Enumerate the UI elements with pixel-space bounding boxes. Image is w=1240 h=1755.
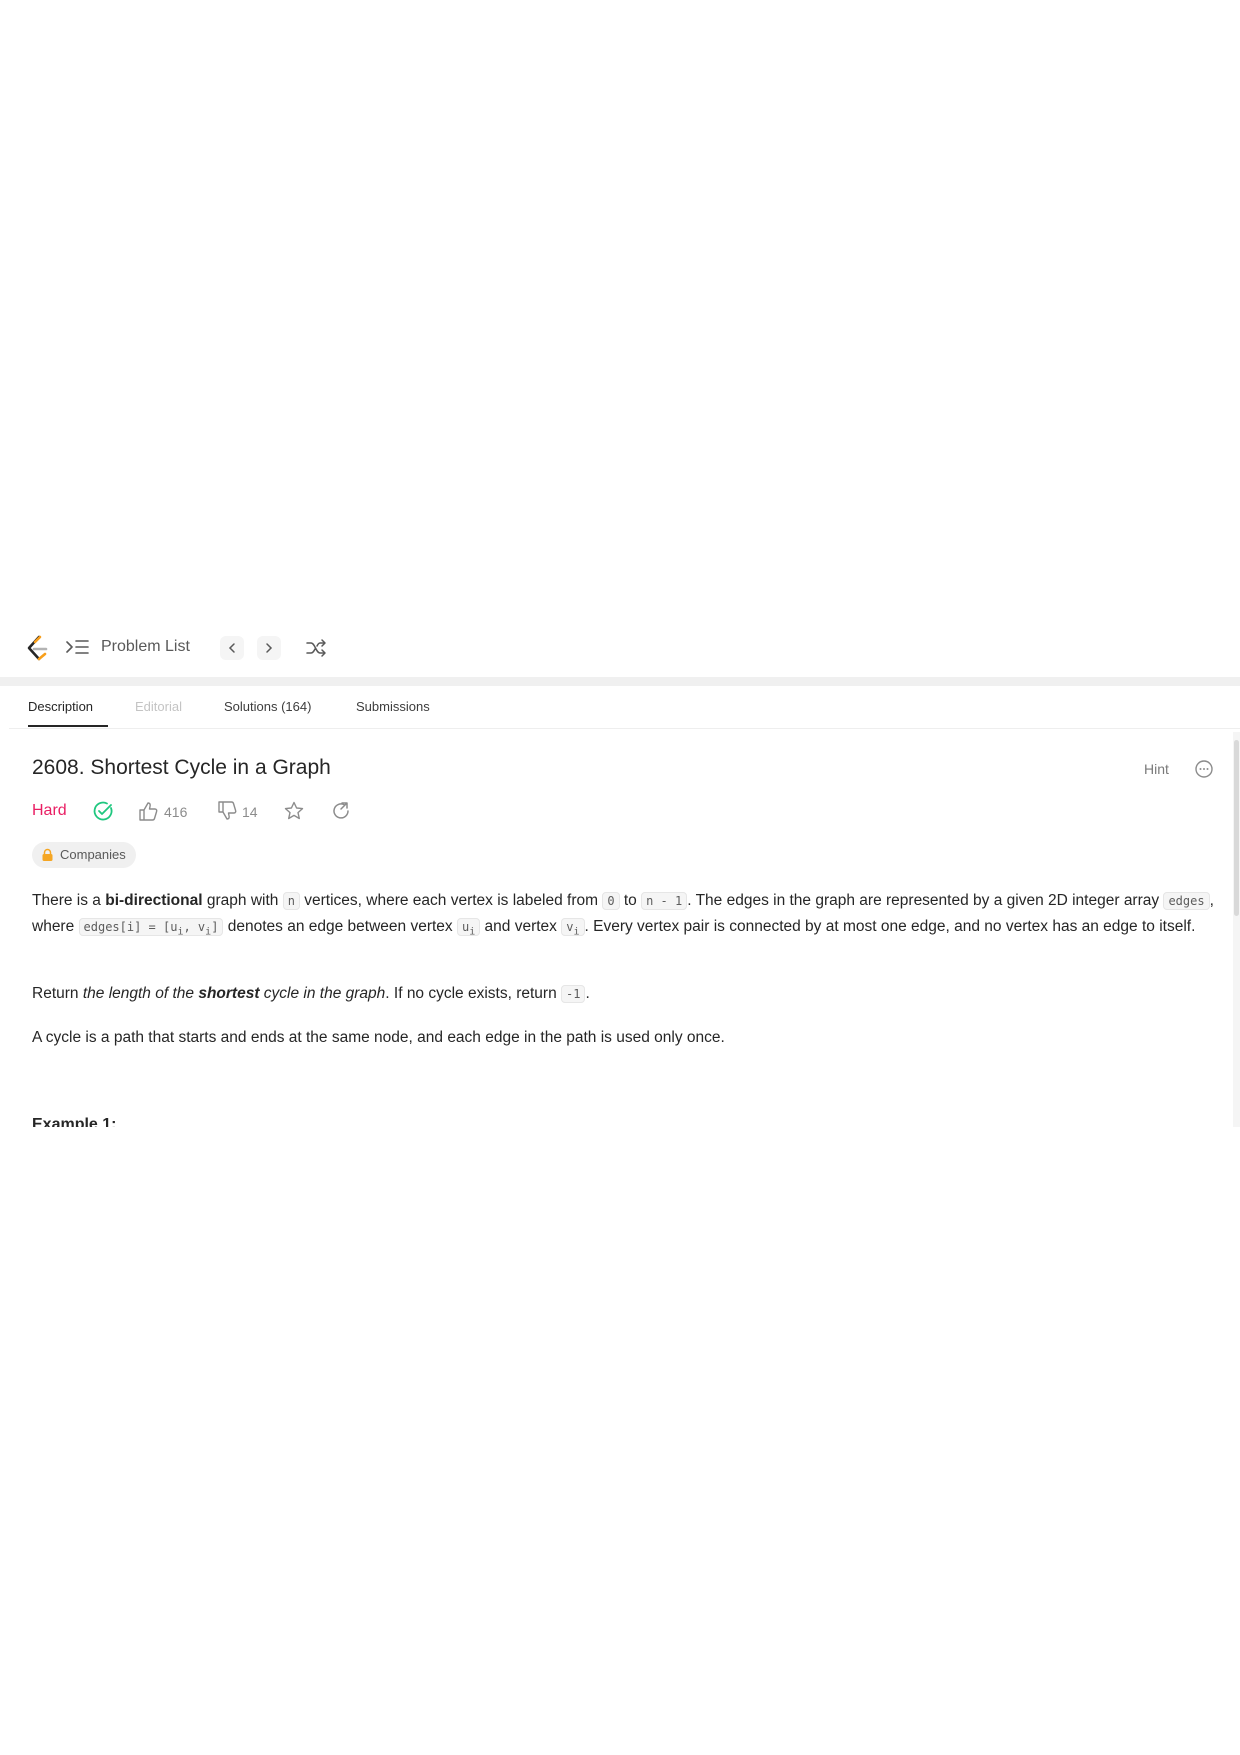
shuffle-icon[interactable] [305, 638, 327, 658]
companies-label: Companies [60, 847, 126, 862]
hint-button[interactable]: Hint [1144, 761, 1169, 777]
inline-code: -1 [561, 985, 586, 1003]
panel-tabs: Description Editorial Solutions (164) Su… [9, 686, 1240, 729]
scrollbar-thumb[interactable] [1234, 740, 1239, 916]
text: . Every vertex pair is connected by at m… [584, 918, 1196, 935]
subscript: i [573, 926, 580, 938]
code-text: , v [183, 920, 206, 934]
difficulty-badge: Hard [32, 802, 67, 819]
share-icon[interactable] [330, 800, 352, 822]
problem-title: 2608. Shortest Cycle in a Graph [32, 756, 331, 779]
lock-icon [42, 848, 53, 861]
solved-check-icon [93, 801, 113, 821]
companies-tag[interactable]: Companies [32, 842, 136, 868]
text: to [619, 892, 642, 909]
panel-divider [0, 677, 1240, 686]
subscript: i [469, 926, 476, 938]
italic-text: cycle in the graph [259, 985, 386, 1002]
tab-submissions[interactable]: Submissions [356, 699, 430, 714]
next-problem-button[interactable] [257, 636, 281, 660]
active-tab-indicator [28, 725, 108, 727]
problem-list-icon[interactable] [66, 638, 90, 658]
inline-code: edges[i] = [ui, vi] [78, 918, 224, 937]
text: . [585, 985, 590, 1002]
bold-text: bi-directional [105, 892, 203, 909]
text: denotes an edge between vertex [223, 918, 457, 935]
like-count: 416 [164, 804, 188, 820]
thumbs-up-icon[interactable] [137, 800, 159, 822]
bold-italic-text: shortest [198, 985, 260, 1002]
inline-code: n - 1 [641, 892, 688, 910]
code-text: ] [211, 920, 219, 934]
description-paragraph-2: Return the length of the shortest cycle … [32, 981, 1227, 1007]
description-paragraph-3: A cycle is a path that starts and ends a… [32, 1029, 725, 1046]
description-paragraph-1: There is a bi-directional graph with n v… [32, 888, 1227, 944]
tab-solutions[interactable]: Solutions (164) [224, 699, 311, 714]
more-options-icon[interactable] [1194, 759, 1214, 779]
screenshot-region: Problem List Description Editorial Solut… [0, 620, 1240, 1127]
text: graph with [202, 892, 283, 909]
tab-description[interactable]: Description [28, 699, 93, 714]
chevron-right-icon [266, 643, 273, 653]
chevron-left-icon [228, 643, 235, 653]
code-text: edges[i] = [u [83, 920, 178, 934]
inline-code: n [282, 892, 300, 910]
text: There is a [32, 892, 106, 909]
problem-meta-row: Hard 416 14 [32, 800, 632, 824]
inline-code: edges [1163, 892, 1210, 910]
text: . If no cycle exists, return [385, 985, 562, 1002]
thumbs-down-icon[interactable] [216, 800, 238, 822]
text: vertices, where each vertex is labeled f… [299, 892, 603, 909]
inline-code: vi [561, 918, 585, 938]
inline-code: ui [456, 918, 481, 938]
leetcode-logo-icon[interactable] [25, 635, 49, 663]
text: and vertex [480, 918, 562, 935]
text: Return [32, 985, 83, 1002]
dislike-count: 14 [242, 804, 258, 820]
italic-text: the length of the [82, 985, 199, 1002]
top-nav: Problem List [0, 620, 1240, 677]
prev-problem-button[interactable] [220, 636, 244, 660]
inline-code: 0 [602, 892, 620, 910]
example-heading: Example 1: [32, 1116, 117, 1127]
problem-list-label[interactable]: Problem List [101, 638, 190, 656]
description-panel: Description Editorial Solutions (164) Su… [9, 686, 1240, 1127]
text: . The edges in the graph are represented… [687, 892, 1164, 909]
star-icon[interactable] [283, 800, 305, 822]
tab-editorial: Editorial [135, 699, 182, 714]
